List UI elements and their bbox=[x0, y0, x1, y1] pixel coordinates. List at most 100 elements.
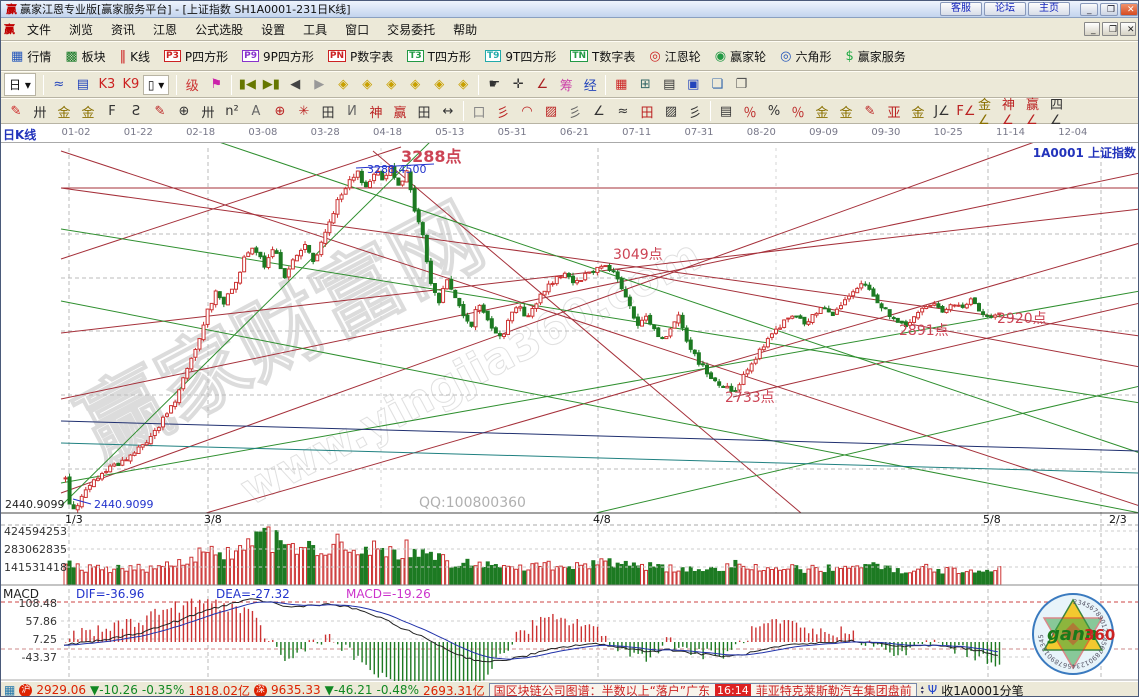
gann-wheel-button[interactable]: ◎江恩轮 bbox=[642, 45, 707, 68]
gold-grid2-icon[interactable]: 金 bbox=[76, 100, 100, 122]
mdi-close-button[interactable]: ✕ bbox=[1120, 22, 1136, 36]
news-item-2[interactable]: 菲亚特克莱斯勒汽车集团盘前 bbox=[756, 683, 912, 697]
homepage-button[interactable]: 主页 bbox=[1028, 2, 1070, 16]
menu-交易委托[interactable]: 交易委托 bbox=[378, 19, 444, 40]
calendar-icon[interactable]: ▦ bbox=[609, 74, 633, 96]
gold-line-icon[interactable]: 金 bbox=[834, 100, 858, 122]
pan-icon[interactable]: ◈ bbox=[427, 74, 451, 96]
jump-first-icon[interactable]: ▮◀ bbox=[235, 74, 259, 96]
star-fan-icon[interactable]: ✳ bbox=[292, 100, 316, 122]
four-angle-icon[interactable]: 四∠ bbox=[1050, 100, 1074, 122]
kline-3-icon[interactable]: K3 bbox=[95, 74, 119, 96]
market-quotes-button[interactable]: ▦行情 bbox=[4, 45, 58, 68]
time-grid-icon[interactable]: 卅 bbox=[196, 100, 220, 122]
j-angle-icon[interactable]: J∠ bbox=[930, 100, 954, 122]
fibonacci-grid-icon[interactable]: F bbox=[100, 100, 124, 122]
hexagon-button[interactable]: ◎六角形 bbox=[773, 45, 838, 68]
flag-icon[interactable]: ⚑ bbox=[204, 74, 228, 96]
news-ticker[interactable]: 国区块链公司图谱：半数以上“落户”广东 16:14 菲亚特克莱斯勒汽车集团盘前 bbox=[489, 683, 917, 697]
gold-grid-icon[interactable]: 金 bbox=[52, 100, 76, 122]
t-square-button[interactable]: T3T四方形 bbox=[400, 45, 478, 68]
gann-grid-icon[interactable]: 卅 bbox=[28, 100, 52, 122]
compass-tool-icon[interactable]: ⊕ bbox=[268, 100, 292, 122]
percent-icon[interactable]: % bbox=[762, 100, 786, 122]
kline-9-icon[interactable]: K9 bbox=[119, 74, 143, 96]
f-angle-icon[interactable]: F∠ bbox=[954, 100, 978, 122]
menu-设置[interactable]: 设置 bbox=[252, 19, 294, 40]
save-icon[interactable]: ▣ bbox=[681, 74, 705, 96]
menu-资讯[interactable]: 资讯 bbox=[102, 19, 144, 40]
print-icon[interactable]: ❐ bbox=[729, 74, 753, 96]
9t-square-button[interactable]: T99T四方形 bbox=[478, 45, 563, 68]
pattern-window-icon[interactable]: ≈ bbox=[47, 74, 71, 96]
p-number-table-button[interactable]: PNP数字表 bbox=[321, 45, 400, 68]
angle-a-icon[interactable]: A bbox=[244, 100, 268, 122]
percent-retrace-icon[interactable]: ％ bbox=[738, 100, 762, 122]
gold-circle-icon[interactable]: 金 bbox=[810, 100, 834, 122]
fan-lines2-icon[interactable]: 彡 bbox=[563, 100, 587, 122]
zoom-in-icon[interactable]: ◈ bbox=[403, 74, 427, 96]
news-scroll-spinner[interactable]: ▴▾ bbox=[921, 685, 924, 695]
shade-grid-icon[interactable]: ▨ bbox=[539, 100, 563, 122]
menu-浏览[interactable]: 浏览 bbox=[60, 19, 102, 40]
ying-angle-icon[interactable]: 赢∠ bbox=[1026, 100, 1050, 122]
calculator-icon[interactable]: ⊞ bbox=[633, 74, 657, 96]
menu-文件[interactable]: 文件 bbox=[18, 19, 60, 40]
close-button[interactable]: ✕ bbox=[1120, 3, 1138, 16]
step-back-icon[interactable]: ◀ bbox=[283, 74, 307, 96]
chip-distribution-icon[interactable]: 筹 bbox=[554, 74, 578, 96]
pen-tool-icon[interactable]: ✎ bbox=[4, 100, 28, 122]
spiral-tool-icon[interactable]: Ƨ bbox=[124, 100, 148, 122]
red-grid-icon[interactable]: 田 bbox=[635, 100, 659, 122]
customer-service-button[interactable]: 客服 bbox=[940, 2, 982, 16]
stats-table-icon[interactable]: ▤ bbox=[714, 100, 738, 122]
minimize-button[interactable]: _ bbox=[1080, 3, 1098, 16]
meridian-tool-icon[interactable]: 经 bbox=[578, 74, 602, 96]
ya-tool-icon[interactable]: 亚 bbox=[882, 100, 906, 122]
period-day-selector[interactable]: 日 ▾ bbox=[4, 73, 36, 96]
news-item-1[interactable]: 国区块链公司图谱：半数以上“落户”广东 bbox=[494, 683, 710, 697]
step-forward-icon[interactable]: ▶ bbox=[307, 74, 331, 96]
mdi-restore-button[interactable]: ❐ bbox=[1102, 22, 1118, 36]
gold-angle-icon[interactable]: 金 bbox=[906, 100, 930, 122]
9p-square-button[interactable]: P99P四方形 bbox=[235, 45, 321, 68]
notepad-icon[interactable]: ▤ bbox=[657, 74, 681, 96]
matrix-grid-icon[interactable]: 田 bbox=[316, 100, 340, 122]
shen-grid-icon[interactable]: 神 bbox=[364, 100, 388, 122]
level-icon[interactable]: 级 bbox=[180, 74, 204, 96]
kline-style-selector[interactable]: ▯ ▾ bbox=[143, 75, 169, 95]
t-number-table-button[interactable]: TNT数字表 bbox=[563, 45, 642, 68]
copy-icon[interactable]: ❏ bbox=[705, 74, 729, 96]
mdi-minimize-button[interactable]: _ bbox=[1084, 22, 1100, 36]
ying-grid-icon[interactable]: 赢 bbox=[388, 100, 412, 122]
jump-last-icon[interactable]: ▶▮ bbox=[259, 74, 283, 96]
shen-angle-icon[interactable]: 神∠ bbox=[1002, 100, 1026, 122]
circle-grid-icon[interactable]: ⊕ bbox=[172, 100, 196, 122]
winner-wheel-button[interactable]: ◉赢家轮 bbox=[708, 45, 773, 68]
fan-lines-icon[interactable]: 彡 bbox=[491, 100, 515, 122]
hand-tool-icon[interactable]: ☛ bbox=[482, 74, 506, 96]
wave-tool-icon[interactable]: И bbox=[340, 100, 364, 122]
angle-measure-icon[interactable]: ∠ bbox=[530, 74, 554, 96]
zoom-out-icon[interactable]: ◈ bbox=[379, 74, 403, 96]
square-of-nine-icon[interactable]: n² bbox=[220, 100, 244, 122]
box-tool-icon[interactable]: 口 bbox=[467, 100, 491, 122]
percent-line-icon[interactable]: ％ bbox=[786, 100, 810, 122]
p-square-button[interactable]: P3P四方形 bbox=[157, 45, 235, 68]
sectors-button[interactable]: ▩板块 bbox=[58, 45, 112, 68]
menu-工具[interactable]: 工具 bbox=[294, 19, 336, 40]
info-panel-icon[interactable]: ▤ bbox=[71, 74, 95, 96]
menu-窗口[interactable]: 窗口 bbox=[336, 19, 378, 40]
forum-button[interactable]: 论坛 bbox=[984, 2, 1026, 16]
restore-button[interactable]: ❐ bbox=[1100, 3, 1118, 16]
gold-angle2-icon[interactable]: 金∠ bbox=[978, 100, 1002, 122]
menu-公式选股[interactable]: 公式选股 bbox=[186, 19, 252, 40]
angle-fan-icon[interactable]: ∠ bbox=[587, 100, 611, 122]
price-grid-icon[interactable]: 田 bbox=[412, 100, 436, 122]
marker-tool-icon[interactable]: ✎ bbox=[148, 100, 172, 122]
menu-江恩[interactable]: 江恩 bbox=[144, 19, 186, 40]
winner-service-button[interactable]: $赢家服务 bbox=[838, 45, 912, 68]
menu-帮助[interactable]: 帮助 bbox=[444, 19, 486, 40]
move-all-icon[interactable]: ◈ bbox=[451, 74, 475, 96]
hatch-grid-icon[interactable]: ▨ bbox=[659, 100, 683, 122]
